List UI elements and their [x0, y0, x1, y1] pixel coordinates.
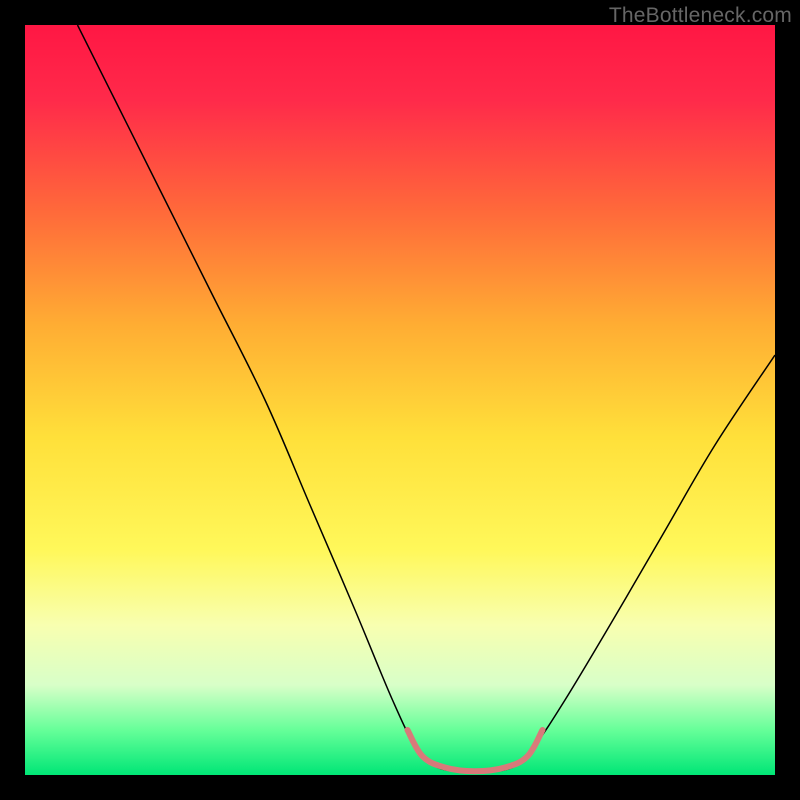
bottleneck-chart — [25, 25, 775, 775]
plot-area — [25, 25, 775, 775]
gradient-background — [25, 25, 775, 775]
watermark-text: TheBottleneck.com — [609, 4, 792, 28]
chart-frame: TheBottleneck.com — [0, 0, 800, 800]
